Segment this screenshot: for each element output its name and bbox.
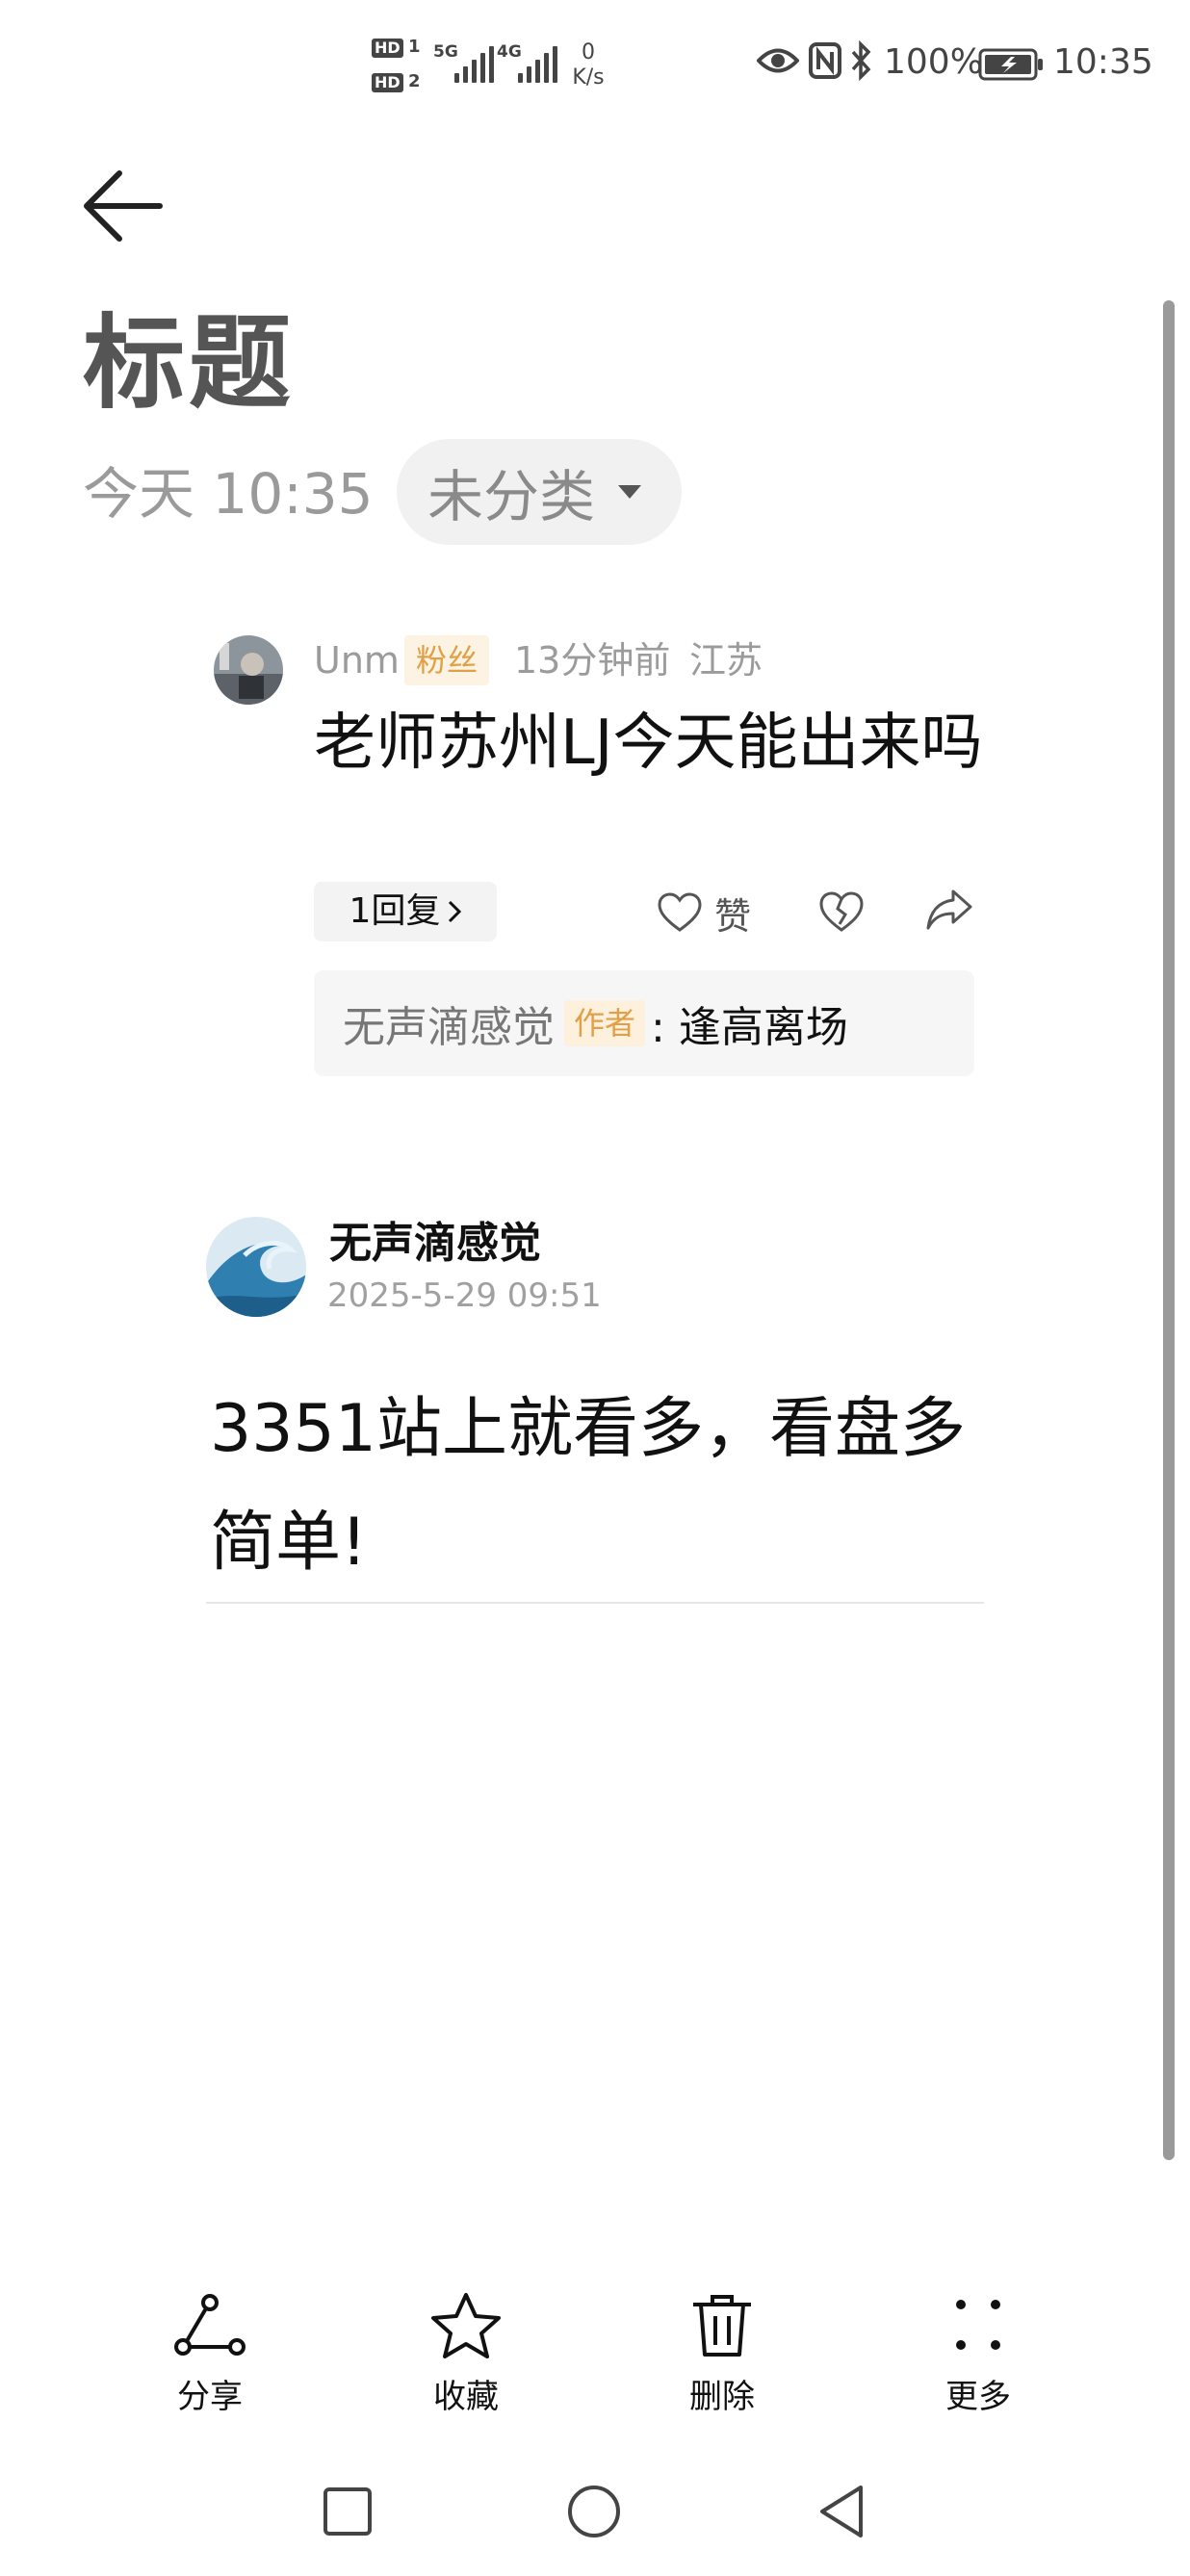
trash-icon [693,2295,751,2357]
reply-count-label: 1回复 [349,891,441,931]
avatar-image-icon [214,635,283,705]
hd1-label: HD [372,39,403,58]
share-button[interactable]: 分享 [133,2291,287,2417]
post-content: 3351站上就看多，看盘多简单! [210,1391,967,1581]
system-nav-bar [0,2464,1190,2561]
category-label: 未分类 [427,464,596,529]
star-icon [431,2293,501,2358]
note-time: 今天 10:35 [83,461,374,527]
page-title[interactable]: 标题 [83,306,295,422]
status-bar: HD 1 HD 2 5G 4G 0 K/s 100% 10:35 [0,0,1190,135]
reply-count-button[interactable]: 1回复 [314,882,497,941]
hd1-number: 1 [408,37,421,57]
hd2-label: HD [372,73,403,92]
author-tag: 作者 [564,1000,646,1046]
net-speed-value: 0 [582,40,595,64]
delete-button[interactable]: 删除 [645,2291,799,2417]
like-label: 赞 [714,894,752,938]
favorite-button[interactable]: 收藏 [389,2291,543,2417]
battery-charging-icon [978,48,1043,81]
author-reply-message: : 逢高离场 [651,1003,848,1052]
recent-apps-square-icon[interactable] [322,2486,374,2537]
more-button[interactable]: 更多 [901,2291,1055,2417]
wave-avatar-icon [206,1217,306,1317]
post-author-avatar[interactable] [206,1217,306,1317]
author-reply-box[interactable]: 无声滴感觉 作者 : 逢高离场 [314,970,974,1076]
caret-down-icon [618,485,642,499]
post-date: 2025-5-29 09:51 [327,1276,602,1315]
comment-text: 老师苏州LJ今天能出来吗 [314,708,983,779]
comment-location: 江苏 [689,639,763,682]
fan-badge: 粉丝 [404,635,490,685]
chevron-right-icon [449,900,462,923]
back-arrow-icon[interactable] [77,164,173,250]
bluetooth-icon [851,40,871,81]
home-circle-icon[interactable] [566,2484,622,2539]
divider [206,1602,984,1604]
comment-time: 13分钟前 [514,639,671,682]
net-speed: 0 K/s [564,40,612,90]
favorite-label: 收藏 [433,2378,499,2416]
clock: 10:35 [1053,42,1153,82]
like-button[interactable]: 赞 [657,884,751,941]
more-label: 更多 [945,2378,1011,2416]
nfc-icon [809,42,841,79]
dislike-broken-heart-icon[interactable] [818,889,865,934]
share-nodes-icon [174,2294,246,2356]
scrollbar[interactable] [1163,300,1175,2160]
eye-comfort-icon [757,48,799,73]
more-dots-icon [956,2300,1000,2350]
share-label: 分享 [177,2378,243,2416]
commenter-avatar[interactable] [214,635,283,705]
signal-bars-1-icon [454,46,494,83]
post-author-name[interactable]: 无声滴感觉 [329,1215,541,1273]
battery-percentage: 100% [884,42,983,82]
commenter-name[interactable]: Unm [314,635,400,685]
hd2-number: 2 [408,71,421,91]
heart-icon [658,892,702,932]
signal-bars-2-icon [518,46,557,83]
author-reply-name: 无声滴感觉 [343,1003,555,1052]
delete-label: 删除 [689,2378,755,2416]
net-speed-unit: K/s [572,65,605,90]
category-dropdown[interactable]: 未分类 [397,439,682,545]
share-arrow-icon[interactable] [924,888,974,932]
back-triangle-icon[interactable] [816,2484,867,2539]
